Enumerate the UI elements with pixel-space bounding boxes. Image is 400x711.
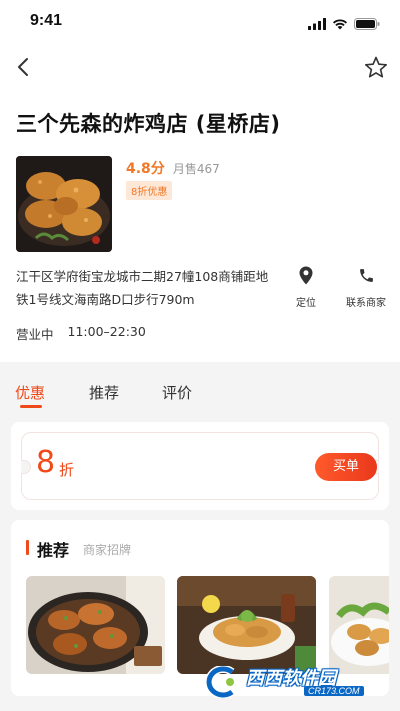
back-button[interactable] <box>10 56 36 82</box>
status-icons <box>308 15 380 34</box>
status-bar: 9:41 <box>0 0 400 44</box>
business-hours: 营业中 11:00–22:30 <box>16 324 146 343</box>
signal-icon <box>308 15 326 34</box>
dish-card[interactable] <box>329 576 389 674</box>
section-accent-bar <box>26 540 29 555</box>
rating-row: 4.8分 月售467 <box>126 158 220 178</box>
status-time: 9:41 <box>30 12 63 29</box>
business-status: 营业中 <box>16 327 54 342</box>
watermark-logo-icon <box>202 665 240 699</box>
location-pin-icon <box>299 266 313 289</box>
tab-reviews[interactable]: 评价 <box>162 382 192 403</box>
buy-button[interactable]: 买单 <box>315 453 377 481</box>
shop-photo[interactable] <box>16 156 112 252</box>
tab-discount[interactable]: 优惠 <box>15 382 45 403</box>
dish-card[interactable] <box>26 576 165 674</box>
shop-name: 三个先森的炸鸡店 (星桥店) <box>16 112 281 136</box>
locate-label: 定位 <box>296 298 316 309</box>
discount-tag: 8折优惠 <box>126 181 173 200</box>
active-tab-indicator <box>20 405 42 408</box>
hours-range: 11:00–22:30 <box>67 324 146 339</box>
coupon-panel: 8 折 买单 <box>11 422 389 510</box>
contact-label: 联系商家 <box>346 298 386 309</box>
recommend-subtitle: 商家招牌 <box>83 543 132 557</box>
tabs-bar: 优惠 推荐 评价 <box>0 362 400 414</box>
coupon-discount-unit: 折 <box>59 461 75 479</box>
nav-bar <box>0 44 400 94</box>
coupon-card: 8 折 买单 <box>21 432 379 500</box>
site-watermark: 西西软件园 CR173.COM <box>198 662 382 702</box>
monthly-sales: 月售467 <box>172 162 220 176</box>
contact-merchant-button[interactable]: 联系商家 <box>336 266 396 309</box>
coupon-notch-left <box>21 460 31 474</box>
shop-header: 三个先森的炸鸡店 (星桥店) 4.8分 月售467 8折优惠 江干区学府街宝龙城… <box>0 94 400 362</box>
coupon-discount-number: 8 <box>36 445 56 480</box>
battery-icon <box>354 15 380 34</box>
dish-card[interactable] <box>177 576 316 674</box>
phone-icon <box>358 267 375 288</box>
locate-button[interactable]: 定位 <box>276 266 336 309</box>
watermark-url: CR173.COM <box>304 686 364 696</box>
favorite-button[interactable] <box>362 56 390 82</box>
recommend-title: 推荐 <box>37 541 70 560</box>
tab-recommend[interactable]: 推荐 <box>89 382 119 403</box>
wifi-icon <box>332 15 348 34</box>
shop-rating: 4.8分 <box>126 161 165 177</box>
back-icon <box>16 57 30 81</box>
star-icon <box>364 56 388 83</box>
shop-address: 江干区学府街宝龙城市二期27幢108商铺距地铁1号线文海南路D口步行790m <box>16 269 269 307</box>
